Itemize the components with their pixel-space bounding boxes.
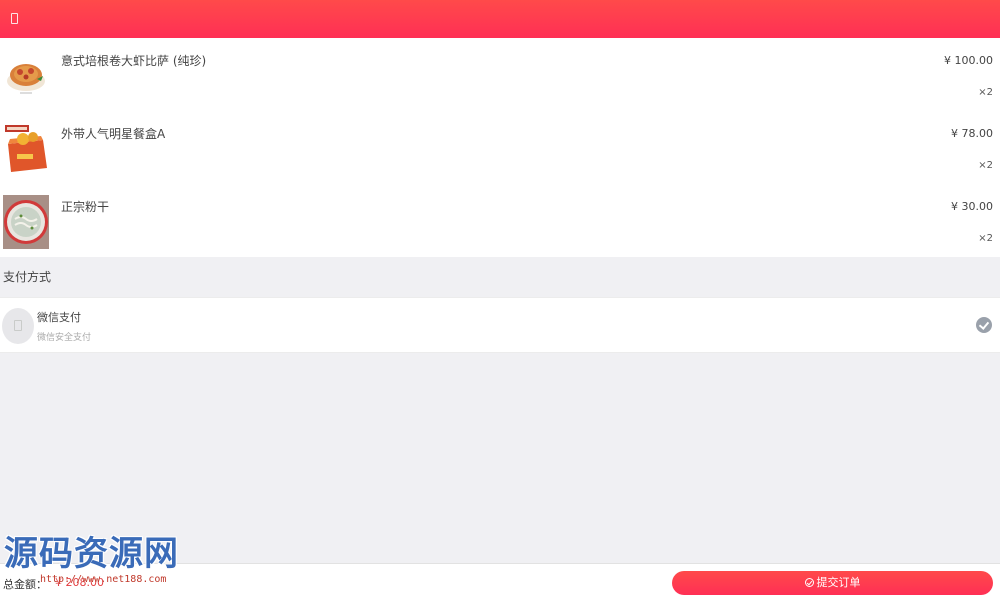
item-price: ¥ 78.00	[951, 127, 993, 140]
wechat-pay-icon	[2, 308, 34, 344]
submit-order-button[interactable]: 提交订单	[672, 571, 993, 595]
item-quantity: ×2	[978, 87, 993, 98]
back-icon	[11, 13, 18, 24]
payment-method-name: 微信支付	[37, 311, 81, 324]
item-quantity: ×2	[978, 160, 993, 171]
payment-section-title: 支付方式	[0, 257, 1000, 297]
item-name: 外带人气明星餐盒A	[61, 127, 166, 141]
payment-method-description: 微信安全支付	[37, 333, 92, 343]
watermark-url: http://www.net188.com	[40, 574, 167, 585]
item-price: ¥ 100.00	[944, 54, 993, 67]
pizza-thumbnail	[3, 49, 49, 103]
back-button[interactable]	[8, 11, 20, 27]
item-name: 意式培根卷大虾比萨 (纯珍)	[61, 54, 207, 68]
watermark-title: 源码资源网	[4, 534, 179, 574]
item-price: ¥ 30.00	[951, 200, 993, 213]
checkout-page: 意式培根卷大虾比萨 (纯珍) ¥ 100.00 ×2 外带人气明星餐盒A ¥ 7…	[0, 0, 1000, 600]
payment-option-wechat[interactable]: 微信支付 微信安全支付	[0, 297, 1000, 353]
noodle-thumbnail	[3, 195, 49, 249]
submit-order-label: 提交订单	[816, 576, 861, 589]
list-item: 外带人气明星餐盒A ¥ 78.00 ×2	[0, 111, 1000, 184]
item-name: 正宗粉干	[61, 200, 110, 214]
item-quantity: ×2	[978, 233, 993, 244]
meal-box-thumbnail	[3, 122, 49, 176]
top-bar	[0, 0, 1000, 38]
list-item: 正宗粉干 ¥ 30.00 ×2	[0, 184, 1000, 257]
watermark: 源码资源网 http://www.net188.com	[4, 534, 208, 594]
check-icon[interactable]	[976, 317, 992, 333]
order-list: 意式培根卷大虾比萨 (纯珍) ¥ 100.00 ×2 外带人气明星餐盒A ¥ 7…	[0, 38, 1000, 257]
check-circle-icon	[804, 578, 814, 587]
list-item: 意式培根卷大虾比萨 (纯珍) ¥ 100.00 ×2	[0, 38, 1000, 111]
